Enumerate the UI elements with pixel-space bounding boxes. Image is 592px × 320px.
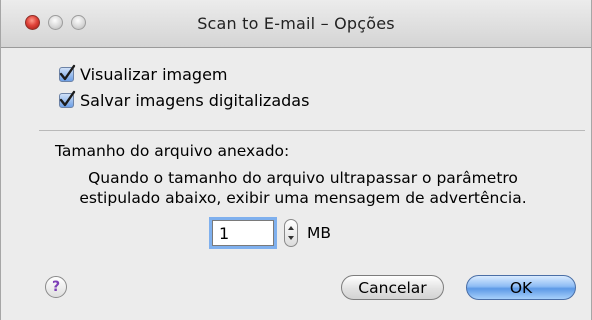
help-icon: ? (51, 279, 61, 295)
preview-option[interactable]: Visualizar imagem (59, 63, 228, 85)
description-line-1: Quando o tamanho do arquivo ultrapassar … (88, 169, 518, 187)
attachment-size-description: Quando o tamanho do arquivo ultrapassar … (43, 168, 563, 208)
preview-checkbox[interactable] (59, 64, 76, 82)
size-stepper[interactable] (284, 219, 298, 247)
window-title: Scan to E-mail – Opções (197, 14, 395, 33)
stepper-down-icon[interactable] (288, 236, 294, 240)
size-limit-input[interactable] (212, 220, 274, 246)
checkmark-icon (59, 90, 76, 106)
title-bar[interactable]: Scan to E-mail – Opções (1, 0, 591, 48)
attachment-size-title: Tamanho do arquivo anexado: (55, 142, 290, 160)
description-line-2: estipulado abaixo, exibir uma mensagem d… (79, 189, 527, 207)
section-divider (39, 130, 585, 131)
save-label[interactable]: Salvar imagens digitalizadas (80, 91, 309, 110)
help-button[interactable]: ? (45, 276, 67, 298)
preview-label[interactable]: Visualizar imagem (80, 65, 228, 84)
size-unit-label: MB (307, 224, 332, 242)
options-dialog: Scan to E-mail – Opções Visualizar image… (0, 0, 592, 320)
cancel-button[interactable]: Cancelar (341, 275, 444, 300)
save-checkbox[interactable] (59, 90, 76, 108)
ok-button[interactable]: OK (466, 275, 576, 300)
stepper-up-icon[interactable] (288, 226, 294, 230)
checkmark-icon (59, 64, 76, 80)
save-option[interactable]: Salvar imagens digitalizadas (59, 89, 309, 111)
